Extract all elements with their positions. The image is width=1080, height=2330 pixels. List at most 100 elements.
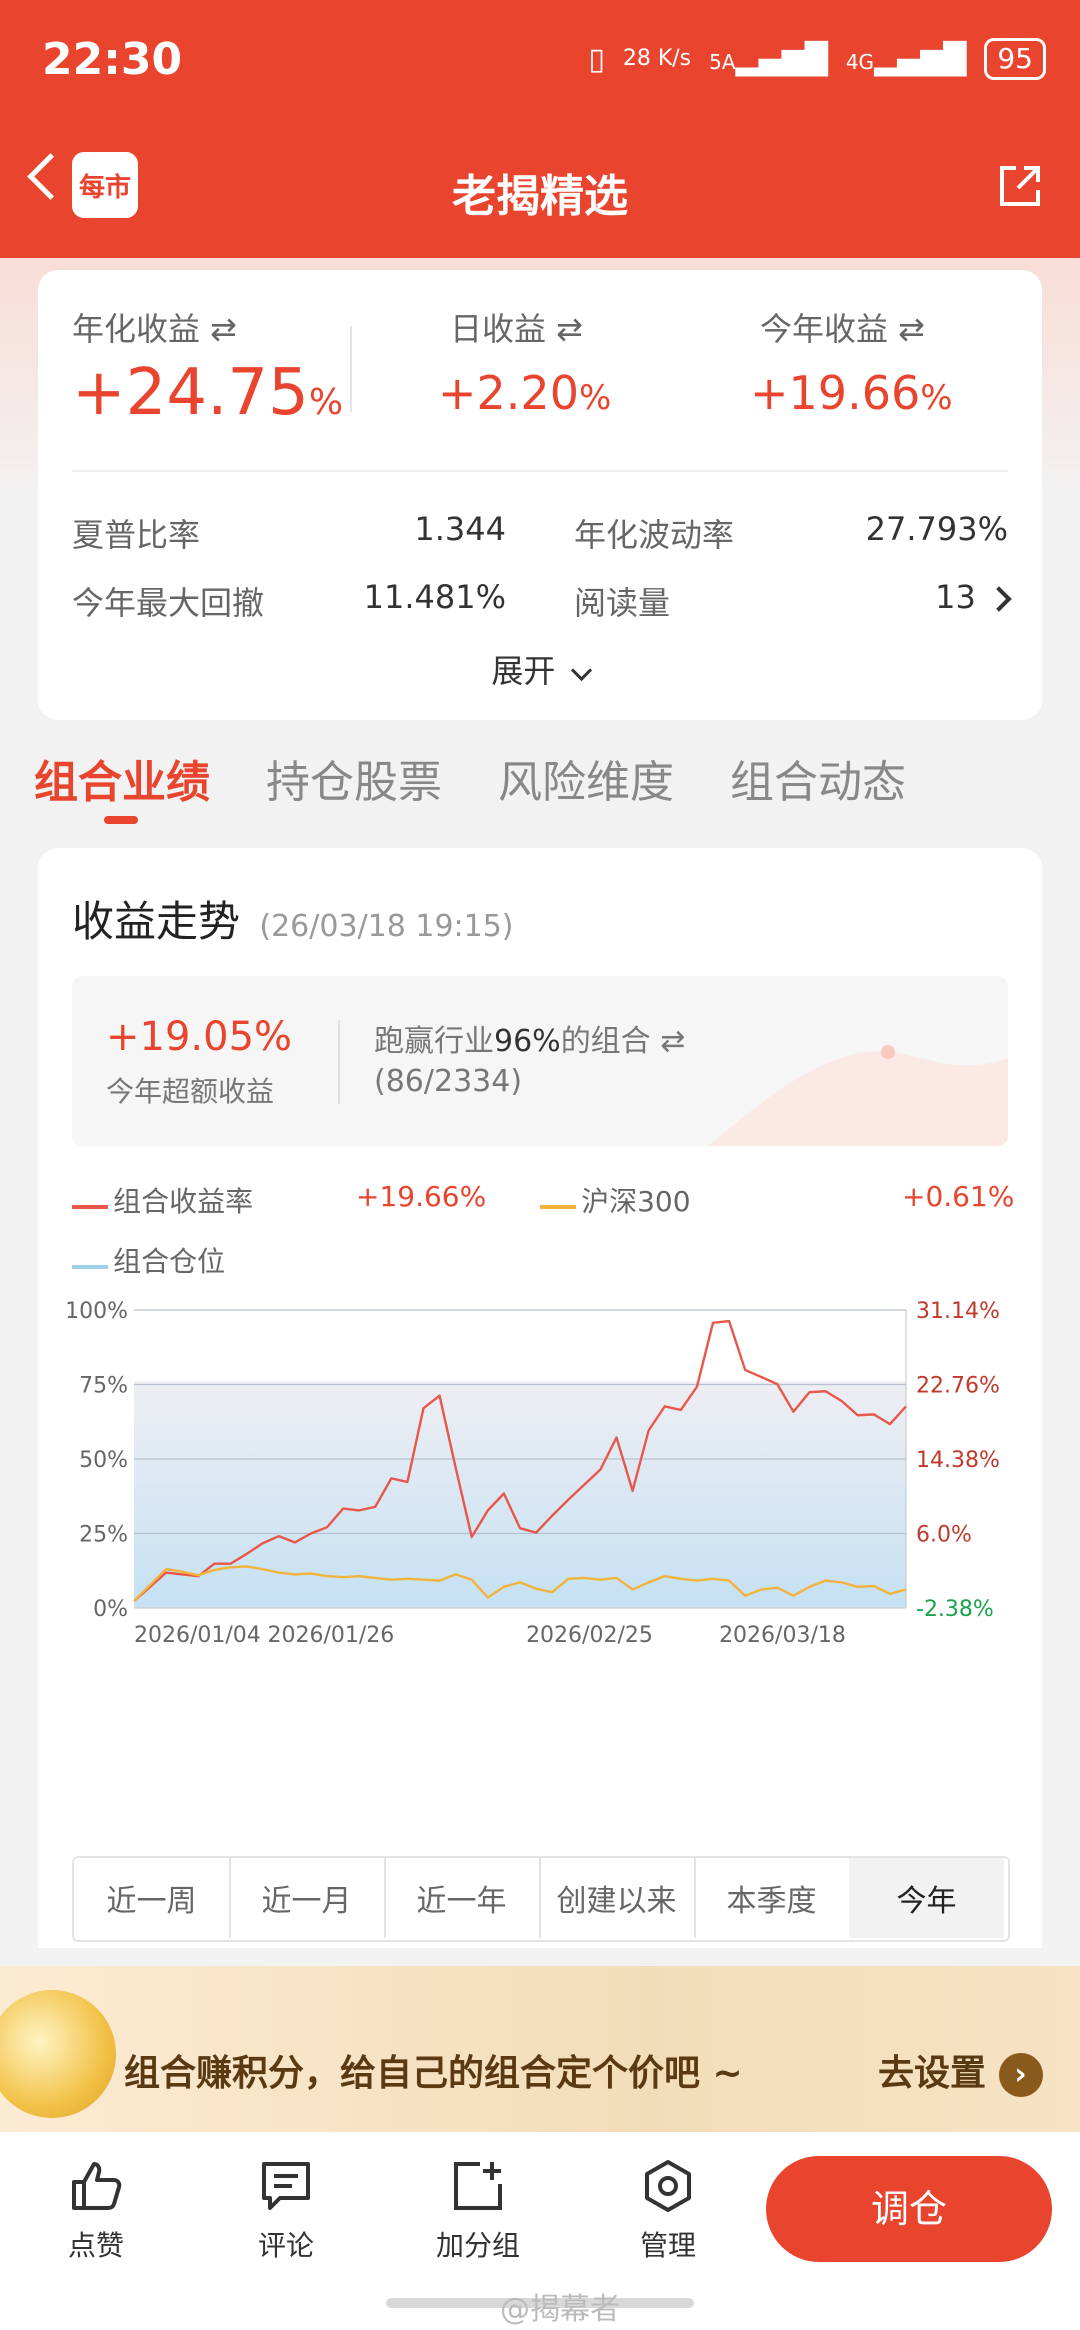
legend-portfolio-value: +19.66% bbox=[356, 1180, 487, 1213]
net-speed: 28 K/s bbox=[622, 46, 692, 71]
excess-decoration-icon bbox=[708, 1045, 1008, 1146]
share-icon[interactable] bbox=[996, 162, 1044, 210]
signal-icon-1: 5A▂▄▆█ bbox=[709, 41, 828, 77]
expand-button[interactable]: 展开 bbox=[0, 646, 1080, 692]
like-label: 点赞 bbox=[67, 2229, 124, 2262]
legend-line-icon bbox=[540, 1204, 576, 1209]
y-tick-right: -2.38% bbox=[916, 1597, 994, 1622]
like-button[interactable]: 点赞 bbox=[36, 2158, 156, 2264]
performance-timestamp: (26/03/18 19:15) bbox=[259, 909, 514, 944]
annual-return-unit: % bbox=[308, 382, 344, 423]
vibrate-icon: ▯ bbox=[588, 41, 605, 77]
manage-icon bbox=[645, 2160, 691, 2212]
excess-divider bbox=[338, 1020, 340, 1104]
manage-label: 管理 bbox=[639, 2229, 696, 2262]
tab-active-indicator bbox=[104, 816, 138, 824]
chevron-down-icon bbox=[570, 659, 592, 682]
beat-pct: 96% bbox=[494, 1024, 561, 1059]
y-tick-right: 6.0% bbox=[916, 1523, 972, 1548]
comment-icon bbox=[262, 2162, 310, 2210]
reads-label: 阅读量 bbox=[574, 584, 671, 622]
excess-box bbox=[72, 976, 1008, 1146]
ytd-return-unit: % bbox=[920, 378, 953, 418]
beat-count: (86/2334) bbox=[374, 1064, 523, 1099]
max-drawdown-label: 今年最大回撤 bbox=[72, 584, 265, 622]
x-tick: 2026/02/25 bbox=[526, 1623, 653, 1648]
arrow-right-icon: › bbox=[998, 2053, 1043, 2097]
add-group-button[interactable]: 加分组 bbox=[418, 2158, 538, 2264]
volatility-value: 27.793% bbox=[865, 510, 1008, 548]
rebalance-button[interactable]: 调仓 bbox=[766, 2156, 1052, 2262]
y-tick-left: 75% bbox=[79, 1374, 128, 1399]
annual-return-value: +24.75% bbox=[72, 356, 343, 430]
reads-value: 13 bbox=[935, 578, 976, 616]
performance-chart[interactable]: 100% 31.14% 75% 22.76% 50% 14.38% 25% 6.0% 0% -2.… bbox=[40, 1290, 1040, 1810]
legend-line-icon bbox=[72, 1264, 108, 1269]
banner-text: 组合赚积分，给自己的组合定个价吧 ~ bbox=[124, 2053, 743, 2094]
watermark: @揭幕者 bbox=[500, 2292, 620, 2327]
legend-hs300-name: 沪深300 bbox=[581, 1185, 691, 1218]
range-button[interactable]: 创建以来 bbox=[539, 1858, 696, 1938]
add-group-label: 加分组 bbox=[435, 2229, 520, 2262]
excess-label: 今年超额收益 bbox=[106, 1075, 275, 1108]
y-tick-left: 100% bbox=[65, 1299, 128, 1324]
x-tick: 2026/01/04 bbox=[134, 1623, 261, 1648]
legend-item-portfolio[interactable]: 组合收益率 bbox=[72, 1180, 253, 1220]
range-button[interactable]: 近一周 bbox=[74, 1858, 231, 1938]
legend-position-name: 组合仓位 bbox=[113, 1245, 226, 1278]
tab-holdings[interactable]: 持仓股票 bbox=[266, 746, 442, 810]
tab-performance[interactable]: 组合业绩 bbox=[34, 746, 210, 810]
comment-label: 评论 bbox=[257, 2229, 314, 2262]
range-button[interactable]: 本季度 bbox=[694, 1858, 851, 1938]
sharpe-value: 1.344 bbox=[414, 510, 506, 548]
legend-line-icon bbox=[72, 1204, 108, 1209]
banner-action-label: 去设置 bbox=[878, 2053, 987, 2094]
annual-return-label[interactable]: 年化收益 ⇄ bbox=[72, 304, 237, 350]
comment-button[interactable]: 评论 bbox=[226, 2158, 346, 2264]
performance-title-text: 收益走势 bbox=[72, 897, 241, 946]
tab-dynamics[interactable]: 组合动态 bbox=[730, 746, 906, 810]
sharpe-label: 夏普比率 bbox=[72, 516, 201, 554]
page-title: 老揭精选 bbox=[452, 171, 628, 222]
range-button[interactable]: 今年 bbox=[849, 1858, 1004, 1938]
range-button[interactable]: 近一月 bbox=[229, 1858, 386, 1938]
x-tick: 2026/01/26 bbox=[267, 1623, 394, 1648]
legend-portfolio-name: 组合收益率 bbox=[113, 1185, 254, 1218]
reads-row[interactable]: 13 bbox=[900, 578, 1012, 616]
daily-return-unit: % bbox=[578, 378, 612, 418]
x-tick: 2026/03/18 bbox=[719, 1623, 846, 1648]
manage-button[interactable]: 管理 bbox=[608, 2158, 728, 2264]
thumbs-up-icon bbox=[72, 2162, 122, 2210]
y-tick-right: 31.14% bbox=[916, 1299, 1000, 1324]
battery-icon: 95 bbox=[984, 38, 1046, 80]
legend-hs300-value: +0.61% bbox=[902, 1180, 1015, 1213]
stat-divider bbox=[350, 326, 352, 412]
volatility-label: 年化波动率 bbox=[574, 516, 735, 554]
stats-divider bbox=[72, 470, 1008, 472]
expand-label: 展开 bbox=[491, 652, 556, 690]
ytd-return-number: +19.66 bbox=[750, 366, 921, 420]
beat-text-pre: 跑赢行业 bbox=[374, 1024, 494, 1059]
ytd-return-value: +19.66% bbox=[750, 366, 953, 420]
tab-risk[interactable]: 风险维度 bbox=[498, 746, 674, 810]
daily-return-label[interactable]: 日收益 ⇄ bbox=[450, 304, 583, 350]
y-tick-left: 50% bbox=[79, 1448, 128, 1473]
excess-value: +19.05% bbox=[106, 1014, 293, 1060]
beat-rank[interactable]: 跑赢行业96%的组合 ⇄ bbox=[374, 1016, 685, 1060]
status-time: 22:30 bbox=[42, 34, 183, 85]
legend-item-hs300[interactable]: 沪深300 bbox=[540, 1180, 691, 1220]
range-button[interactable]: 近一年 bbox=[384, 1858, 541, 1938]
y-tick-left: 0% bbox=[93, 1597, 128, 1622]
y-tick-right: 14.38% bbox=[916, 1448, 1000, 1473]
performance-title: 收益走势 (26/03/18 19:15) bbox=[72, 888, 514, 949]
ytd-return-label[interactable]: 今年收益 ⇄ bbox=[760, 304, 925, 350]
signal-icon-2: 4G▂▄▆█ bbox=[845, 41, 967, 77]
add-group-icon bbox=[454, 2162, 502, 2210]
legend-item-position[interactable]: 组合仓位 bbox=[72, 1240, 225, 1280]
banner-action[interactable]: 去设置 › bbox=[878, 2044, 1043, 2097]
annual-return-number: +24.75 bbox=[72, 356, 309, 430]
position-area bbox=[134, 1381, 906, 1608]
status-icons: ▯ 28 K/s 5A▂▄▆█ 4G▂▄▆█ 95 bbox=[588, 38, 1046, 80]
sim1-label: 5A bbox=[709, 49, 736, 74]
y-tick-left: 25% bbox=[79, 1523, 128, 1548]
